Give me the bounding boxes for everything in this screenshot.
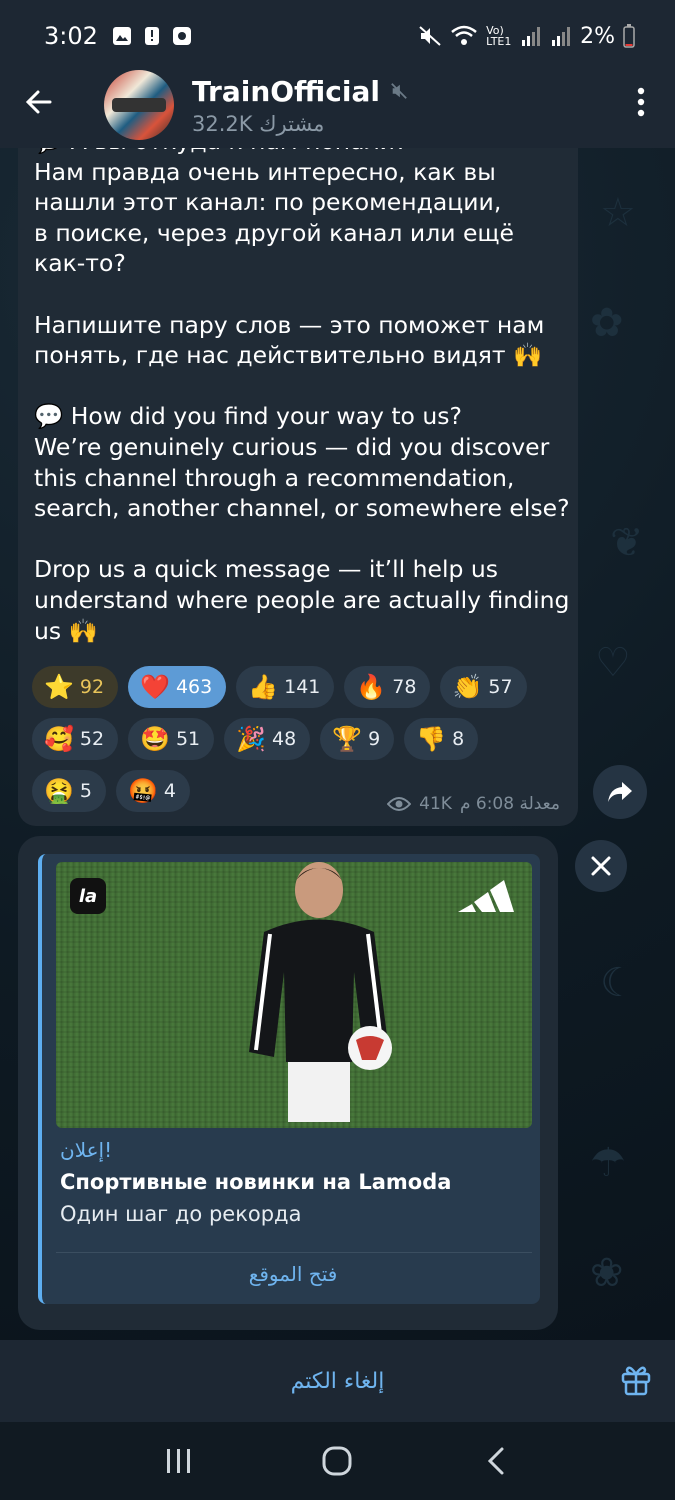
channel-name: TrainOfficial xyxy=(192,74,380,108)
ad-card[interactable]: la إعلان! Спортивные новинки на Lamoda О… xyxy=(38,854,540,1304)
recent-apps-icon[interactable] xyxy=(149,1447,209,1475)
divider xyxy=(56,1252,532,1253)
message-bubble: 💬 А вы откуда к нам попали? Нам правда о… xyxy=(18,127,578,826)
close-icon[interactable] xyxy=(575,840,627,892)
reaction-fire[interactable]: 🔥 78 xyxy=(344,666,431,708)
umbrella-doodle-icon: ☂ xyxy=(590,1140,626,1186)
flower-doodle-icon: ❀ xyxy=(590,1250,624,1296)
reaction-heart[interactable]: ❤️ 463 xyxy=(128,666,227,708)
leaf-doodle-icon: ✿ xyxy=(590,300,624,346)
battery-percent: 2% xyxy=(580,23,615,49)
mute-icon xyxy=(419,26,441,46)
muted-icon xyxy=(391,83,407,99)
reaction-party[interactable]: 🎉 48 xyxy=(224,718,311,760)
reaction-thumbs-up[interactable]: 👍 141 xyxy=(236,666,335,708)
reaction-star[interactable]: ⭐ 92 xyxy=(32,666,119,708)
gallery-icon xyxy=(112,27,131,45)
reaction-trophy[interactable]: 🏆 9 xyxy=(320,718,395,760)
heart-doodle-icon: ♡ xyxy=(595,640,631,686)
message-time: معدلة 6:08 م xyxy=(459,794,560,814)
gift-icon[interactable] xyxy=(619,1362,653,1396)
strawberry-doodle-icon: ❦ xyxy=(610,520,644,566)
chat-header: TrainOfficial 32.2K مشترك xyxy=(0,62,675,148)
wifi-icon xyxy=(451,25,477,45)
adidas-logo xyxy=(458,880,514,912)
share-icon[interactable] xyxy=(593,765,647,819)
ad-description: Один шаг до рекорда xyxy=(60,1202,302,1226)
signal-icon xyxy=(522,27,541,46)
unmute-button[interactable]: إلغاء الكتم xyxy=(291,1369,385,1394)
reaction-thumbs-down[interactable]: 👎 8 xyxy=(404,718,479,760)
arrow-left-icon[interactable] xyxy=(24,85,84,126)
reaction-star-struck[interactable]: 🤩 51 xyxy=(128,718,215,760)
record-icon xyxy=(172,27,191,45)
battery-icon xyxy=(623,24,635,48)
status-time: 3:02 xyxy=(44,22,98,50)
back-nav-icon[interactable] xyxy=(466,1446,526,1476)
channel-avatar[interactable] xyxy=(104,70,174,140)
reaction-clap[interactable]: 👏 57 xyxy=(440,666,527,708)
open-site-button[interactable]: فتح الموقع xyxy=(42,1262,540,1286)
view-count: 41K xyxy=(419,794,452,814)
alert-icon xyxy=(144,27,159,45)
system-nav-bar xyxy=(0,1422,675,1500)
moon-doodle-icon: ☾ xyxy=(600,960,636,1006)
sponsored-message: la إعلان! Спортивные новинки на Lamoda О… xyxy=(18,836,558,1330)
more-vertical-icon[interactable] xyxy=(637,87,645,123)
reaction-cursing[interactable]: 🤬 4 xyxy=(115,770,190,812)
ad-title: Спортивные новинки на Lamoda xyxy=(60,1170,452,1194)
bottom-bar: إلغاء الكتم xyxy=(0,1340,675,1422)
network-label: Vo) LTE1 xyxy=(486,24,512,48)
athlete-figure xyxy=(249,862,392,1122)
ad-image[interactable]: la xyxy=(56,862,532,1128)
subscriber-count: 32.2K مشترك xyxy=(192,111,325,136)
channel-title-block[interactable]: TrainOfficial 32.2K مشترك xyxy=(192,75,408,136)
lamoda-logo: la xyxy=(70,878,106,914)
signal-icon-2 xyxy=(552,27,571,46)
home-icon[interactable] xyxy=(307,1445,367,1477)
reactions-row: ⭐ 92 ❤️ 463 👍 141 🔥 78 👏 57 🥰 52 🤩 51 🎉 48 🏆 9 👎 8… xyxy=(32,666,562,812)
message-meta: 41K معدلة 6:08 م xyxy=(387,794,560,814)
reaction-smiling-hearts[interactable]: 🥰 52 xyxy=(32,718,119,760)
ad-label: إعلان! xyxy=(60,1138,113,1162)
message-text: 💬 А вы откуда к нам попали? Нам правда о… xyxy=(34,127,570,645)
star-doodle-icon: ☆ xyxy=(600,190,636,236)
eye-icon xyxy=(387,797,412,811)
reaction-vomit[interactable]: 🤮 5 xyxy=(32,770,106,812)
